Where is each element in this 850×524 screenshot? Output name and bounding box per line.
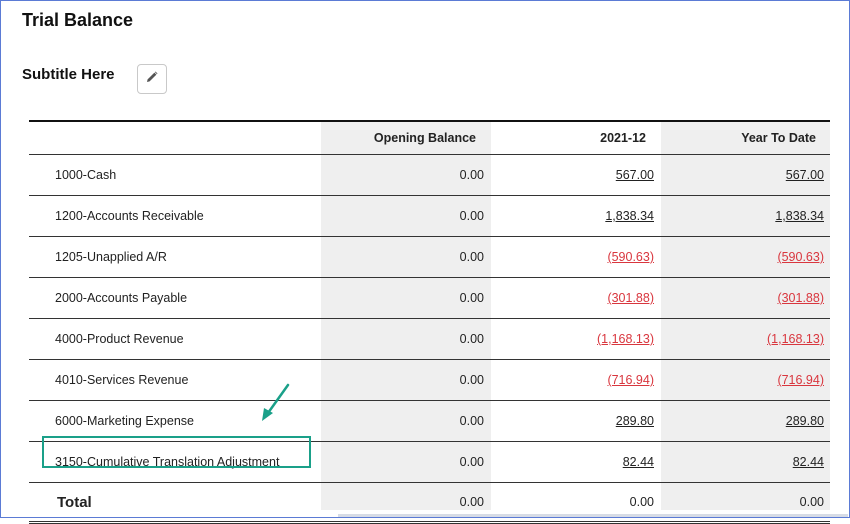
account-name: 1000-Cash	[55, 168, 117, 182]
ytd-amount-link[interactable]: 82.44	[793, 455, 824, 469]
account-name: 4010-Services Revenue	[55, 373, 189, 387]
period-amount-link[interactable]: 82.44	[623, 455, 654, 469]
opening-balance-value: 0.00	[459, 414, 484, 428]
ytd-amount-link[interactable]: (1,168.13)	[767, 332, 824, 346]
period-amount-link[interactable]: 289.80	[616, 414, 654, 428]
annotation-arrow-icon	[258, 382, 292, 429]
account-name: 2000-Accounts Payable	[55, 291, 188, 305]
column-header-year-to-date: Year To Date	[741, 131, 816, 145]
opening-balance-value: 0.00	[459, 168, 484, 182]
table-row: 1200-Accounts Receivable 0.00 1,838.34 1…	[29, 196, 830, 237]
page-subtitle: Subtitle Here	[22, 66, 115, 83]
period-amount-link[interactable]: (716.94)	[607, 373, 654, 387]
account-name: 1200-Accounts Receivable	[55, 209, 204, 223]
total-opening-balance: 0.00	[459, 495, 484, 509]
ytd-amount-link[interactable]: 567.00	[786, 168, 824, 182]
account-name: 6000-Marketing Expense	[55, 414, 194, 428]
table-header-row: Opening Balance 2021-12 Year To Date	[29, 122, 830, 155]
pencil-icon	[146, 70, 158, 88]
total-period-amount: 0.00	[629, 495, 654, 509]
table-row: 1000-Cash 0.00 567.00 567.00	[29, 155, 830, 196]
table-row: 4000-Product Revenue 0.00 (1,168.13) (1,…	[29, 319, 830, 360]
table-row: 2000-Accounts Payable 0.00 (301.88) (301…	[29, 278, 830, 319]
table-row: 1205-Unapplied A/R 0.00 (590.63) (590.63…	[29, 237, 830, 278]
account-name: 1205-Unapplied A/R	[55, 250, 167, 264]
total-ytd-amount: 0.00	[799, 495, 824, 509]
ytd-amount-link[interactable]: 1,838.34	[775, 209, 824, 223]
period-amount-link[interactable]: (590.63)	[607, 250, 654, 264]
opening-balance-value: 0.00	[459, 455, 484, 469]
ytd-amount-link[interactable]: (590.63)	[777, 250, 824, 264]
opening-balance-value: 0.00	[459, 209, 484, 223]
column-header-opening-balance: Opening Balance	[373, 131, 476, 145]
ytd-amount-link[interactable]: (301.88)	[777, 291, 824, 305]
page-title: Trial Balance	[22, 10, 134, 30]
ytd-amount-link[interactable]: (716.94)	[777, 373, 824, 387]
opening-balance-value: 0.00	[459, 373, 484, 387]
edit-subtitle-button[interactable]	[137, 64, 167, 94]
table-row: 4010-Services Revenue 0.00 (716.94) (716…	[29, 360, 830, 401]
period-amount-link[interactable]: 1,838.34	[605, 209, 654, 223]
period-amount-link[interactable]: (1,168.13)	[597, 332, 654, 346]
ytd-amount-link[interactable]: 289.80	[786, 414, 824, 428]
opening-balance-value: 0.00	[459, 250, 484, 264]
horizontal-scrollbar[interactable]	[338, 514, 848, 517]
highlight-annotation-box	[42, 436, 311, 468]
period-amount-link[interactable]: (301.88)	[607, 291, 654, 305]
column-header-period: 2021-12	[600, 131, 646, 145]
account-name: 4000-Product Revenue	[55, 332, 184, 346]
opening-balance-value: 0.00	[459, 332, 484, 346]
period-amount-link[interactable]: 567.00	[616, 168, 654, 182]
opening-balance-value: 0.00	[459, 291, 484, 305]
total-label: Total	[57, 493, 92, 511]
